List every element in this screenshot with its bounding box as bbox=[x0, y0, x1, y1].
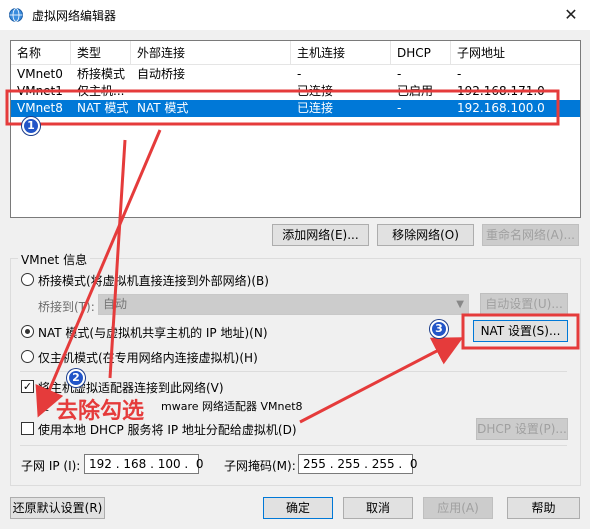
step-badge-2: 2 bbox=[67, 369, 85, 387]
highlight-nat-settings bbox=[461, 313, 580, 350]
arrow-to-dhcp bbox=[35, 129, 162, 418]
arrow-line bbox=[108, 139, 127, 379]
annotation-overlay bbox=[5, 89, 580, 424]
step-badge-3: 3 bbox=[430, 320, 448, 338]
highlight-vmnet8-row bbox=[5, 89, 560, 126]
arrow-to-nat bbox=[299, 337, 464, 424]
remove-check-annotation: 去除勾选 bbox=[56, 399, 145, 424]
step-badge-1: 1 bbox=[22, 117, 40, 135]
